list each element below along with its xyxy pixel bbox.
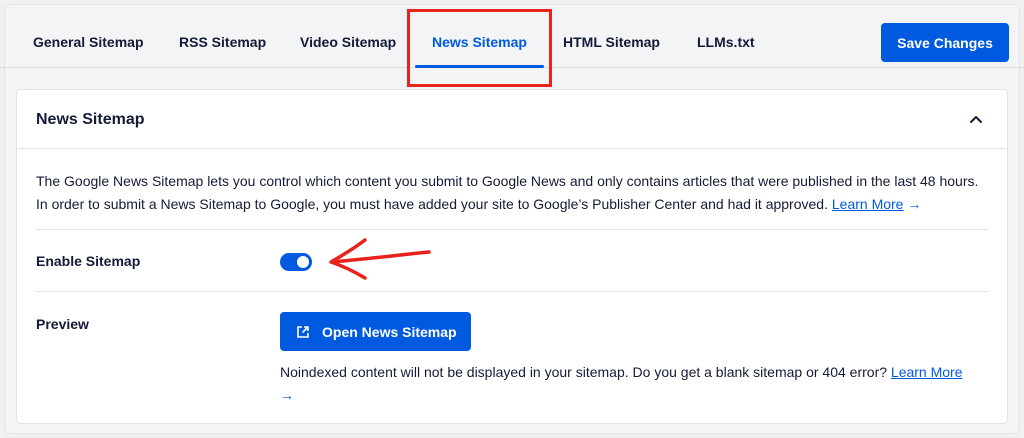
arrow-right-icon: → (907, 196, 922, 212)
preview-note: Noindexed content will not be displayed … (280, 361, 970, 407)
arrow-right-icon: → (280, 387, 294, 403)
card-header[interactable]: News Sitemap (17, 90, 1007, 149)
divider (36, 229, 988, 230)
annotation-highlight-box (407, 9, 552, 87)
external-link-icon (297, 325, 309, 338)
tab-html-sitemap[interactable]: HTML Sitemap (563, 34, 660, 50)
preview-label: Preview (36, 316, 89, 332)
tab-llms-txt[interactable]: LLMs.txt (697, 34, 755, 50)
card-title: News Sitemap (36, 111, 145, 128)
open-news-sitemap-label: Open News Sitemap (322, 323, 457, 340)
enable-sitemap-label: Enable Sitemap (36, 253, 141, 269)
tab-general-sitemap[interactable]: General Sitemap (33, 34, 144, 50)
preview-note-text: Noindexed content will not be displayed … (280, 364, 888, 380)
tab-rss-sitemap[interactable]: RSS Sitemap (179, 34, 266, 50)
chevron-up-icon[interactable] (967, 110, 985, 128)
open-news-sitemap-button[interactable]: Open News Sitemap (280, 312, 471, 351)
learn-more-link[interactable]: Learn More (832, 196, 904, 212)
note-learn-more-link[interactable]: Learn More (891, 364, 963, 380)
description: The Google News Sitemap lets you control… (36, 170, 986, 216)
news-sitemap-card: News Sitemap The Google News Sitemap let… (16, 89, 1008, 424)
annotation-arrow-icon (329, 238, 431, 280)
divider (36, 291, 988, 292)
tab-video-sitemap[interactable]: Video Sitemap (300, 34, 396, 50)
toggle-knob (297, 256, 309, 268)
enable-sitemap-toggle[interactable] (280, 253, 312, 271)
save-changes-button[interactable]: Save Changes (881, 23, 1009, 62)
